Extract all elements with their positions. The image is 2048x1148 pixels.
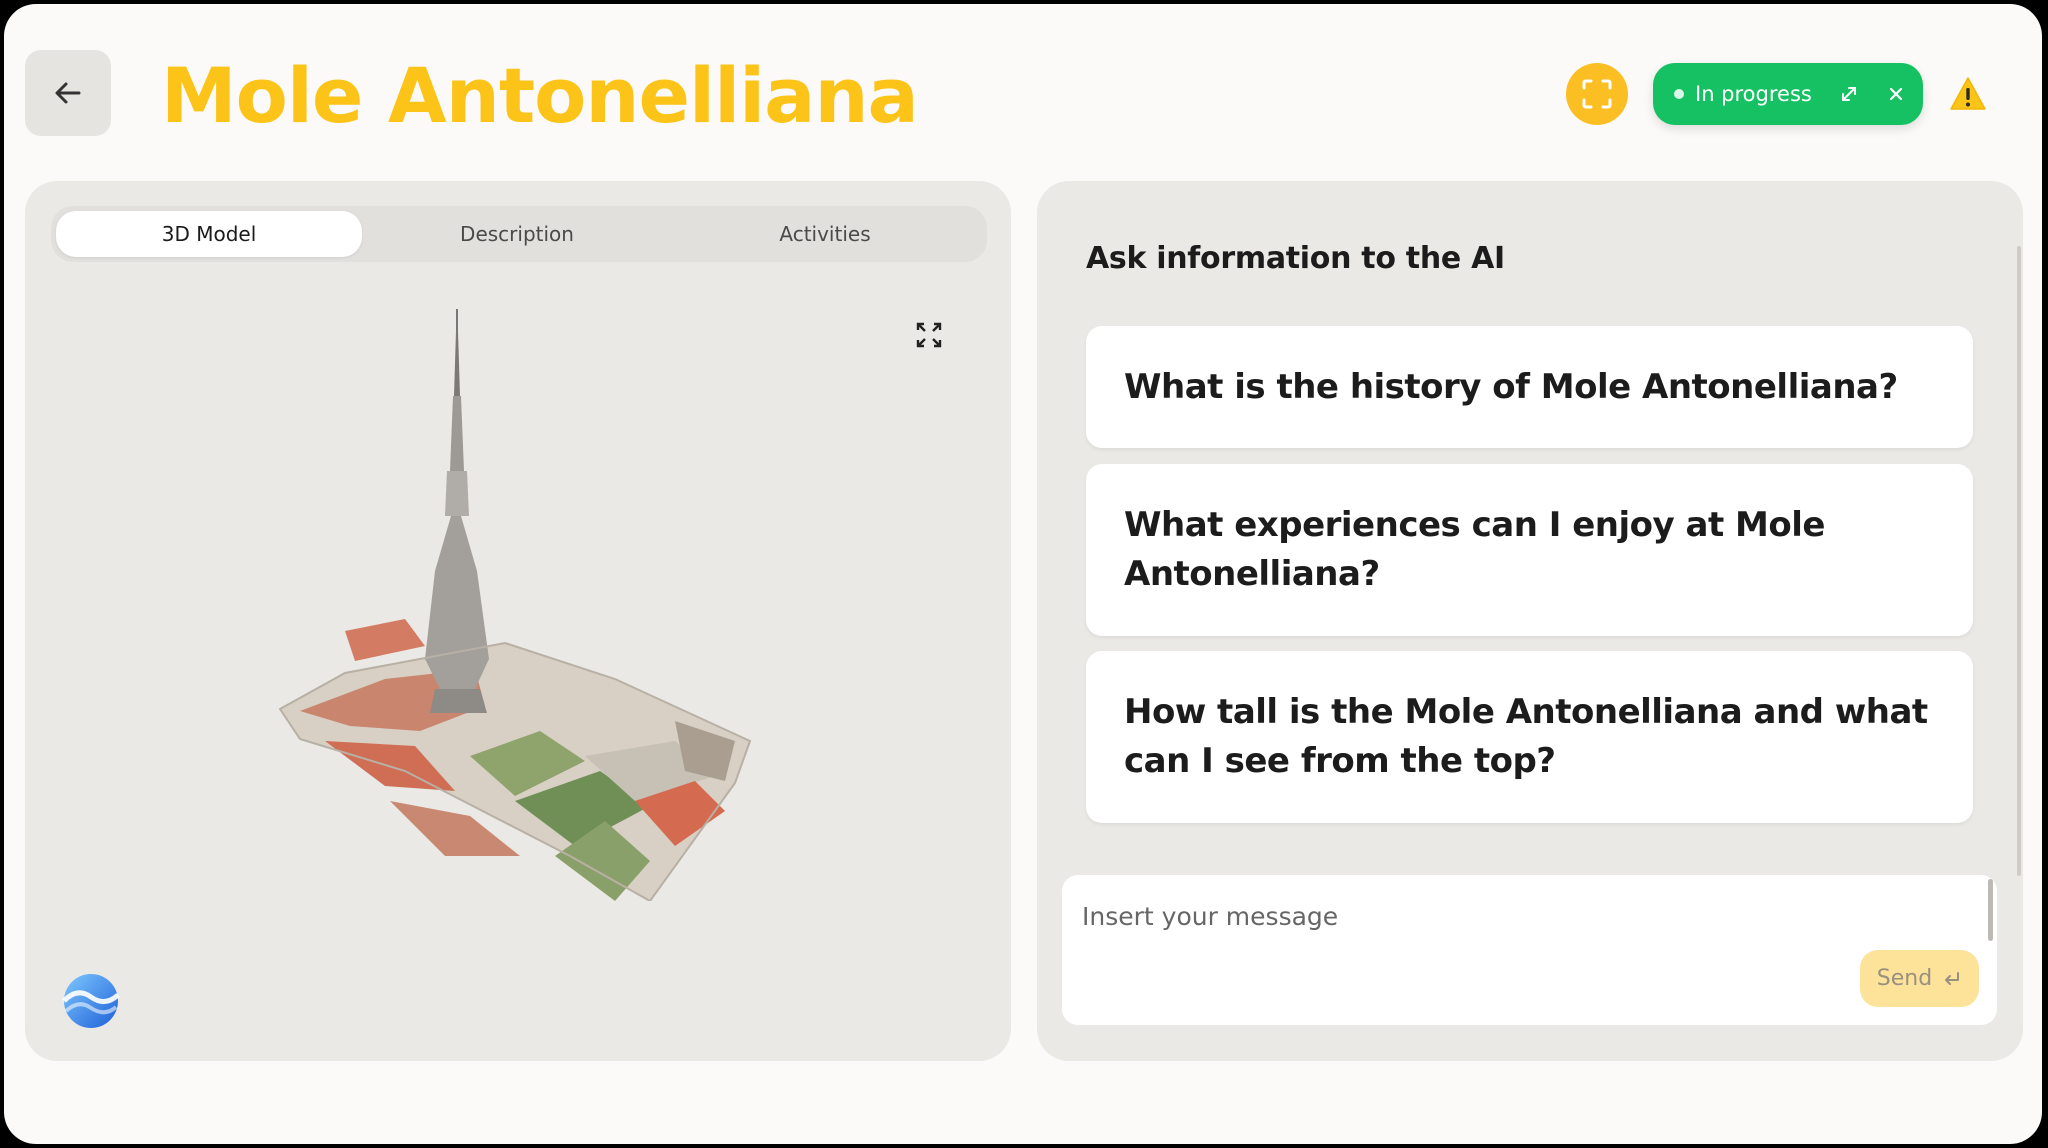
close-status-button[interactable]	[1888, 86, 1904, 102]
close-icon	[1889, 87, 1902, 101]
tab-activities[interactable]: Activities	[672, 211, 978, 257]
question-text: How tall is the Mole Antonelliana and wh…	[1124, 692, 1928, 781]
model-panel: 3D Model Description Activities	[25, 181, 1011, 1061]
tab-description[interactable]: Description	[364, 211, 670, 257]
expand-status-button[interactable]	[1840, 85, 1858, 103]
enter-icon	[1945, 971, 1960, 985]
fullscreen-icon[interactable]	[913, 319, 945, 351]
scan-icon	[1582, 79, 1612, 109]
scan-button[interactable]	[1566, 63, 1628, 125]
app-window: Mole Antonelliana In progress 3D Model D…	[4, 4, 2042, 1144]
message-input[interactable]	[1080, 895, 1964, 937]
ai-heading: Ask information to the AI	[1086, 241, 1505, 276]
scrollbar[interactable]	[2017, 246, 2021, 876]
arrow-left-icon	[55, 82, 81, 104]
question-text: What is the history of Mole Antonelliana…	[1124, 366, 1898, 407]
suggested-question-2[interactable]: What experiences can I enjoy at Mole Ant…	[1086, 464, 1973, 636]
question-text: What experiences can I enjoy at Mole Ant…	[1124, 505, 1825, 594]
status-dot	[1674, 89, 1684, 99]
send-label: Send	[1876, 966, 1933, 991]
send-button[interactable]: Send	[1860, 950, 1979, 1007]
tab-bar: 3D Model Description Activities	[51, 206, 987, 262]
page-title: Mole Antonelliana	[161, 51, 919, 140]
message-composer: Send	[1062, 875, 1997, 1025]
composer-scrollbar[interactable]	[1988, 879, 1993, 941]
back-button[interactable]	[25, 50, 111, 136]
status-pill: In progress	[1653, 63, 1923, 125]
suggested-question-3[interactable]: How tall is the Mole Antonelliana and wh…	[1086, 651, 1973, 823]
warning-icon[interactable]	[1948, 74, 1988, 114]
tab-3d-model[interactable]: 3D Model	[56, 211, 362, 257]
status-label: In progress	[1695, 82, 1812, 106]
expand-icon	[1841, 87, 1856, 101]
3d-model-viewer[interactable]	[255, 301, 775, 901]
ai-logo-icon	[62, 974, 120, 1028]
suggested-question-1[interactable]: What is the history of Mole Antonelliana…	[1086, 326, 1973, 448]
ai-chat-panel: Ask information to the AI What is the hi…	[1037, 181, 2023, 1061]
